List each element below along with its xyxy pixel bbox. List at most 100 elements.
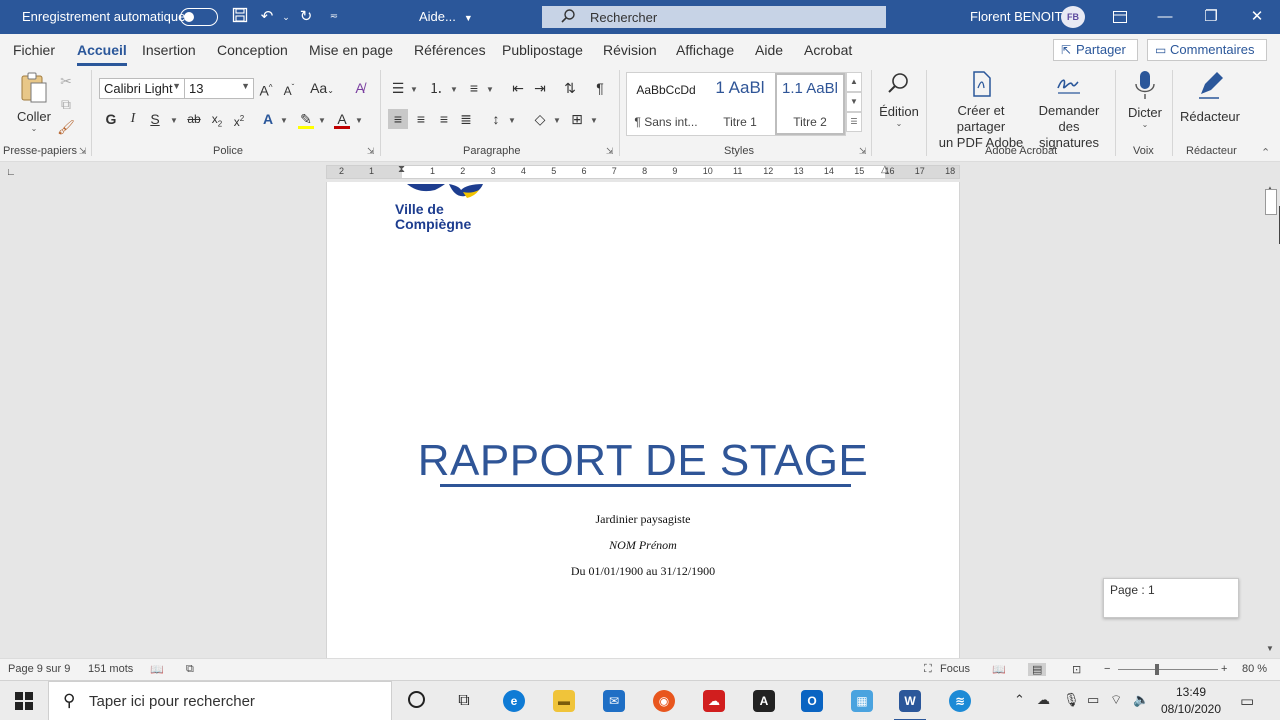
align-center-icon[interactable]: ≡ xyxy=(411,109,431,129)
format-painter-icon[interactable]: 🖌 xyxy=(56,117,76,137)
text-effects-icon[interactable]: A xyxy=(258,109,278,129)
web-layout-icon[interactable]: ⊡ xyxy=(1072,663,1081,676)
accessibility-icon[interactable]: ⧉ xyxy=(186,663,194,676)
tab-acrobat[interactable]: Acrobat xyxy=(804,42,852,58)
document-name[interactable]: Aide... ▼ xyxy=(419,9,473,24)
comments-button[interactable]: ▭ Commentaires xyxy=(1147,39,1267,61)
zoom-in-button[interactable]: + xyxy=(1221,663,1227,675)
cut-icon[interactable]: ✂ xyxy=(56,71,76,91)
dialog-launcher-icon[interactable]: ⇲ xyxy=(79,146,87,157)
grow-font-icon[interactable]: A^ xyxy=(256,78,276,99)
chevron-down-icon[interactable]: ▼ xyxy=(846,92,862,112)
zoom-slider-thumb[interactable] xyxy=(1155,664,1159,675)
font-color-icon[interactable]: A xyxy=(332,109,352,129)
zoom-out-button[interactable]: − xyxy=(1104,663,1110,675)
firefox-icon[interactable]: ◉ xyxy=(640,681,688,720)
chevron-down-icon[interactable]: ▼ xyxy=(553,116,561,125)
control-panel-icon[interactable]: ▦ xyxy=(838,681,886,720)
print-layout-icon[interactable]: ▤ xyxy=(1028,663,1047,676)
minimize-icon[interactable]: — xyxy=(1142,0,1188,34)
editing-button[interactable]: Édition ⌄ xyxy=(876,70,922,128)
network-app-icon[interactable]: ≋ xyxy=(936,681,984,720)
outlook-icon[interactable]: O xyxy=(788,681,836,720)
share-button[interactable]: ⇱ Partager xyxy=(1053,39,1138,61)
chevron-down-icon[interactable]: ▼ xyxy=(318,116,326,125)
volume-icon[interactable]: 🔈 xyxy=(1133,692,1149,708)
cortana-icon[interactable] xyxy=(392,681,440,720)
tab-aide[interactable]: Aide xyxy=(755,42,783,58)
customize-qat-icon[interactable]: ≂ xyxy=(324,7,344,27)
font-name-combo[interactable]: Calibri Light ▼ xyxy=(99,78,185,99)
subscript-icon[interactable]: x2 xyxy=(207,109,227,129)
paste-button[interactable]: Coller ⌄ xyxy=(14,72,54,133)
chevron-down-icon[interactable]: ▼ xyxy=(355,116,363,125)
wifi-icon[interactable]: ⌔ xyxy=(1110,692,1122,708)
dictate-button[interactable]: Dicter ⌄ xyxy=(1122,70,1168,129)
word-icon[interactable]: W xyxy=(886,681,934,720)
align-left-icon[interactable]: ≡ xyxy=(388,109,408,129)
document-dates[interactable]: Du 01/01/1900 au 31/12/1900 xyxy=(327,564,959,579)
tab-conception[interactable]: Conception xyxy=(217,42,288,58)
tab-fichier[interactable]: Fichier xyxy=(13,42,55,58)
undo-icon[interactable]: ↶ xyxy=(257,7,277,27)
start-button[interactable] xyxy=(0,681,48,720)
avatar[interactable]: FB xyxy=(1061,6,1085,28)
create-pdf-button[interactable]: Créer et partager un PDF Adobe xyxy=(934,70,1028,151)
document-title[interactable]: RAPPORT DE STAGE xyxy=(327,436,959,486)
chevron-up-icon[interactable]: ▲ xyxy=(846,72,862,92)
vertical-scrollbar[interactable]: ▲ ▼ xyxy=(1262,182,1280,658)
notifications-icon[interactable]: ▭ xyxy=(1240,692,1254,710)
word-count[interactable]: 151 mots xyxy=(88,663,133,675)
request-signatures-button[interactable]: Demander des signatures xyxy=(1030,70,1108,151)
chevron-down-icon[interactable]: ▼ xyxy=(450,85,458,94)
onedrive-icon[interactable]: ☁ xyxy=(1037,692,1050,708)
chevron-down-icon[interactable]: ▼ xyxy=(486,85,494,94)
undo-dropdown-icon[interactable]: ⌄ xyxy=(276,7,296,27)
indent-marker-icon[interactable]: ⧗ xyxy=(398,164,405,175)
tab-references[interactable]: Références xyxy=(414,42,486,58)
chevron-down-icon[interactable]: ▼ xyxy=(410,85,418,94)
sort-icon[interactable]: ⇅ xyxy=(560,78,580,98)
chevron-down-icon[interactable]: ▼ xyxy=(170,116,178,125)
focus-icon[interactable]: ⛶ xyxy=(924,663,932,676)
dialog-launcher-icon[interactable]: ⇲ xyxy=(859,146,867,157)
shrink-font-icon[interactable]: Aˇ xyxy=(279,78,299,98)
tab-selector-icon[interactable]: ∟ xyxy=(6,167,16,178)
taskbar-clock[interactable]: 13:49 08/10/2020 xyxy=(1156,684,1226,718)
autosave-toggle[interactable] xyxy=(180,8,218,26)
style-heading-1[interactable]: 1 AaBl Titre 1 xyxy=(705,73,775,135)
document-author[interactable]: NOM Prénom xyxy=(327,538,959,553)
increase-indent-icon[interactable]: ⇥ xyxy=(530,78,550,98)
bold-icon[interactable]: G xyxy=(101,109,121,129)
file-explorer-icon[interactable]: ▬ xyxy=(540,681,588,720)
mail-icon[interactable]: ✉ xyxy=(590,681,638,720)
bullets-icon[interactable]: ☰ xyxy=(388,78,408,98)
dialog-launcher-icon[interactable]: ⇲ xyxy=(606,146,614,157)
italic-icon[interactable]: I xyxy=(123,109,143,129)
shading-icon[interactable]: ◇ xyxy=(530,109,550,129)
highlight-icon[interactable]: ✎ xyxy=(296,109,316,129)
restore-icon[interactable]: ❐ xyxy=(1188,0,1234,34)
tab-revision[interactable]: Révision xyxy=(603,42,657,58)
redo-icon[interactable]: ↻ xyxy=(296,7,316,27)
chevron-down-icon[interactable]: ▼ xyxy=(590,116,598,125)
battery-icon[interactable]: ▭ xyxy=(1087,692,1099,708)
dialog-launcher-icon[interactable]: ⇲ xyxy=(367,146,375,157)
zoom-level[interactable]: 80 % xyxy=(1242,663,1267,675)
clear-formatting-icon[interactable]: A̸ xyxy=(350,78,370,98)
proofing-icon[interactable]: 📖 xyxy=(150,663,164,676)
align-right-icon[interactable]: ≡ xyxy=(434,109,454,129)
zoom-slider[interactable] xyxy=(1118,669,1218,670)
document-canvas[interactable]: Ville de Compiègne RAPPORT DE STAGE Jard… xyxy=(0,182,1262,658)
more-styles-icon[interactable]: ☰ xyxy=(846,112,862,132)
save-icon[interactable] xyxy=(230,7,250,27)
copy-icon[interactable]: ⧉ xyxy=(56,94,76,114)
show-formatting-marks-icon[interactable]: ¶ xyxy=(590,78,610,98)
scrollbar-thumb[interactable] xyxy=(1265,189,1277,215)
microphone-tray-icon[interactable]: 🎙 xyxy=(1063,692,1080,708)
close-icon[interactable]: ✕ xyxy=(1234,0,1280,34)
multilevel-list-icon[interactable]: ≡ xyxy=(464,78,484,98)
line-spacing-icon[interactable]: ↕ xyxy=(486,109,506,129)
tab-insertion[interactable]: Insertion xyxy=(142,42,196,58)
underline-icon[interactable]: S xyxy=(145,109,165,129)
